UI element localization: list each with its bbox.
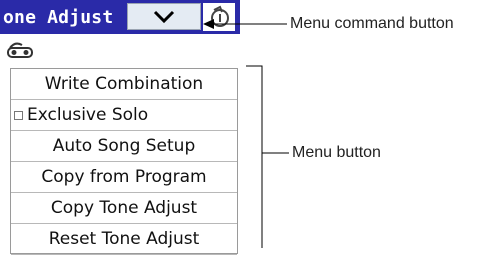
annotation-menu-button: Menu button xyxy=(292,144,381,161)
callout-lines xyxy=(203,19,289,248)
annotation-menu-command-button: Menu command button xyxy=(290,15,454,32)
